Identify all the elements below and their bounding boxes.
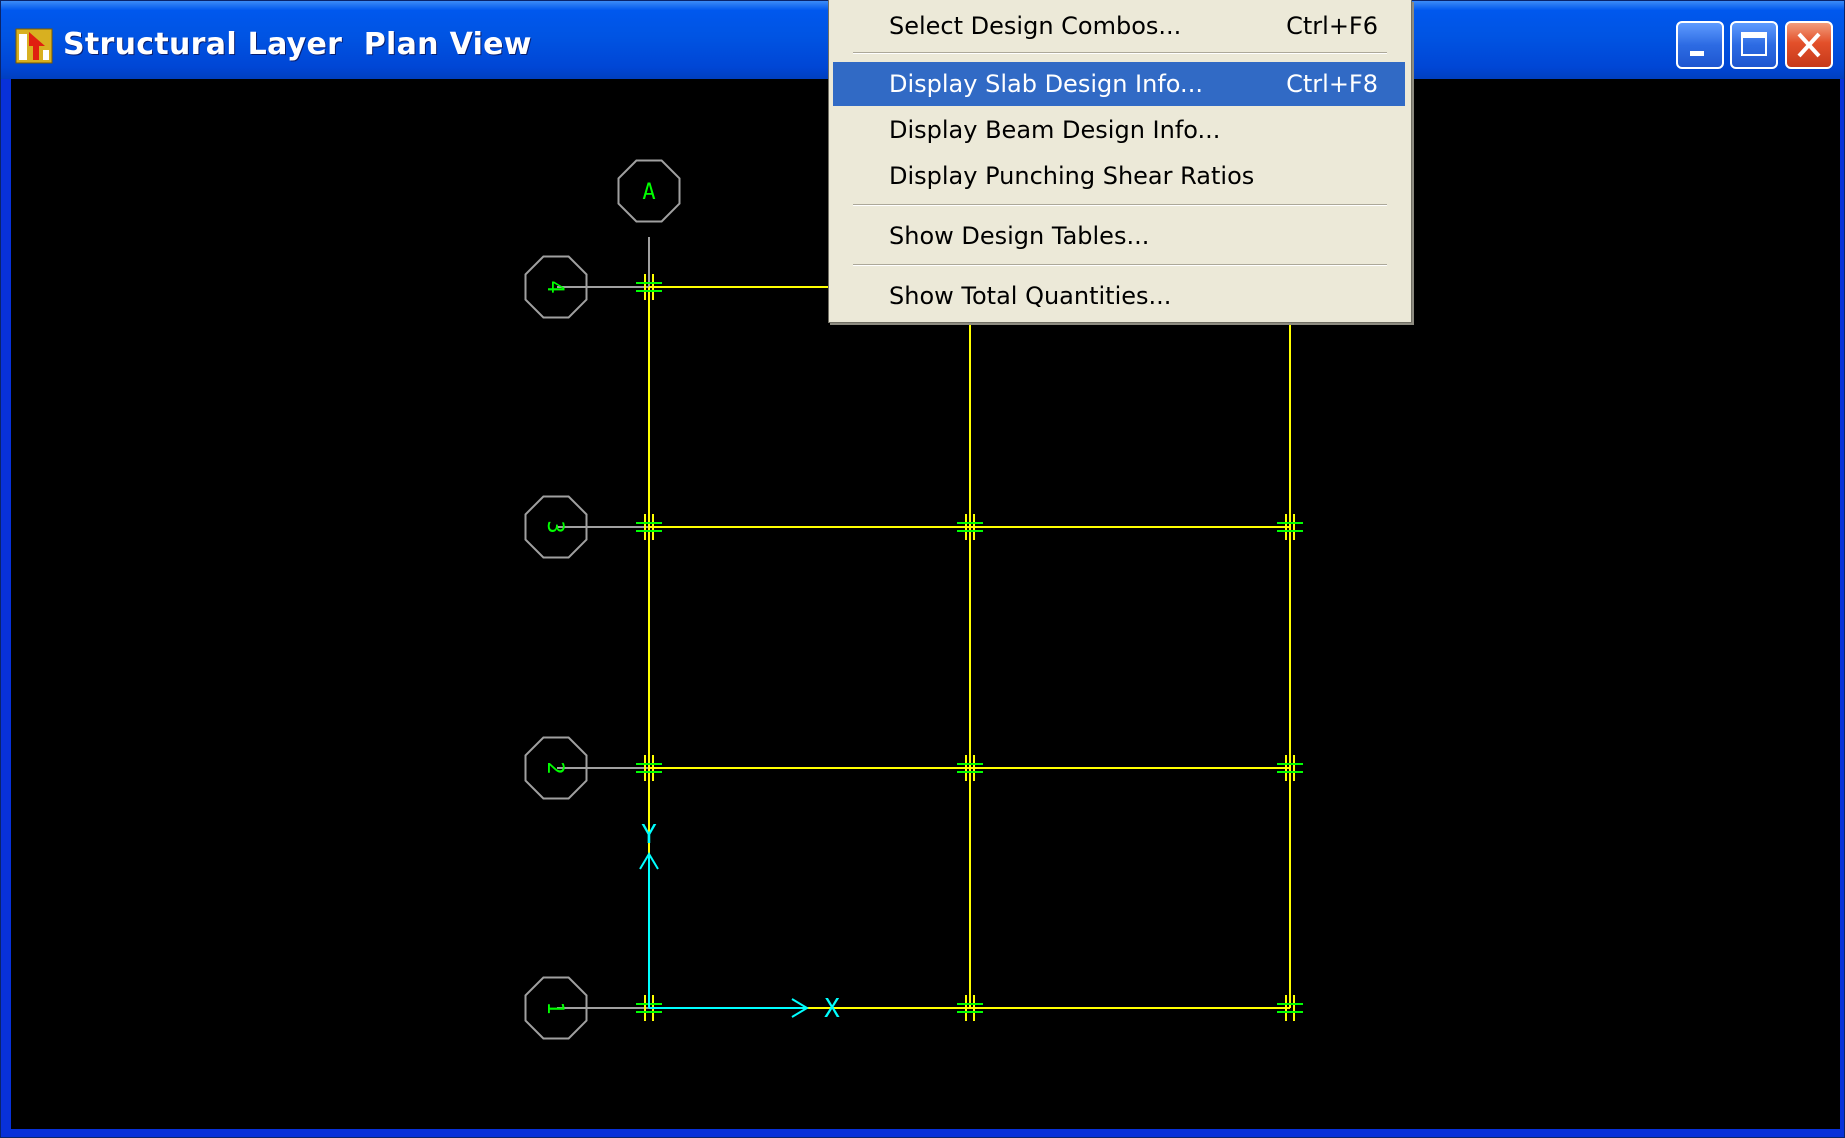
menu-item-label: Display Beam Design Info...	[889, 116, 1221, 144]
gridline-label-A: A	[642, 180, 655, 205]
menu-separator	[853, 264, 1387, 266]
gridline-label-4: 4	[542, 280, 567, 293]
menu-separator	[853, 52, 1387, 54]
design-context-menu: Select Design Combos... Ctrl+F6 Display …	[828, 0, 1412, 323]
menu-item-label: Select Design Combos...	[889, 12, 1182, 40]
y-axis-label: Y	[641, 820, 657, 850]
menu-item-display-beam-design-info[interactable]: Display Beam Design Info...	[833, 108, 1405, 152]
menu-item-display-slab-design-info[interactable]: Display Slab Design Info... Ctrl+F8	[833, 62, 1405, 106]
menu-item-label: Display Punching Shear Ratios	[889, 162, 1255, 190]
minimize-button[interactable]	[1676, 21, 1724, 69]
close-icon	[1797, 32, 1821, 58]
menu-item-show-total-quantities[interactable]: Show Total Quantities...	[833, 274, 1405, 318]
close-button[interactable]	[1785, 21, 1833, 69]
gridline-label-3: 3	[542, 520, 567, 533]
maximize-icon	[1741, 32, 1767, 56]
gridline-label-1: 1	[542, 1001, 567, 1014]
menu-item-label: Show Total Quantities...	[889, 282, 1172, 310]
x-axis-label: X	[824, 994, 840, 1024]
menu-item-shortcut: Ctrl+F8	[1286, 70, 1378, 98]
menu-item-select-design-combos[interactable]: Select Design Combos... Ctrl+F6	[833, 4, 1405, 48]
gridline-label-2: 2	[542, 761, 567, 774]
menu-item-label: Display Slab Design Info...	[889, 70, 1203, 98]
menu-item-label: Show Design Tables...	[889, 222, 1150, 250]
menu-item-shortcut: Ctrl+F6	[1286, 12, 1378, 40]
menu-item-show-design-tables[interactable]: Show Design Tables...	[833, 214, 1405, 258]
menu-item-display-punching-shear-ratios[interactable]: Display Punching Shear Ratios	[833, 154, 1405, 198]
menu-separator	[853, 204, 1387, 206]
window-title: Structural Layer Plan View	[63, 27, 532, 62]
app-icon[interactable]	[15, 28, 53, 64]
maximize-button[interactable]	[1730, 21, 1778, 69]
minimize-icon	[1690, 51, 1704, 56]
